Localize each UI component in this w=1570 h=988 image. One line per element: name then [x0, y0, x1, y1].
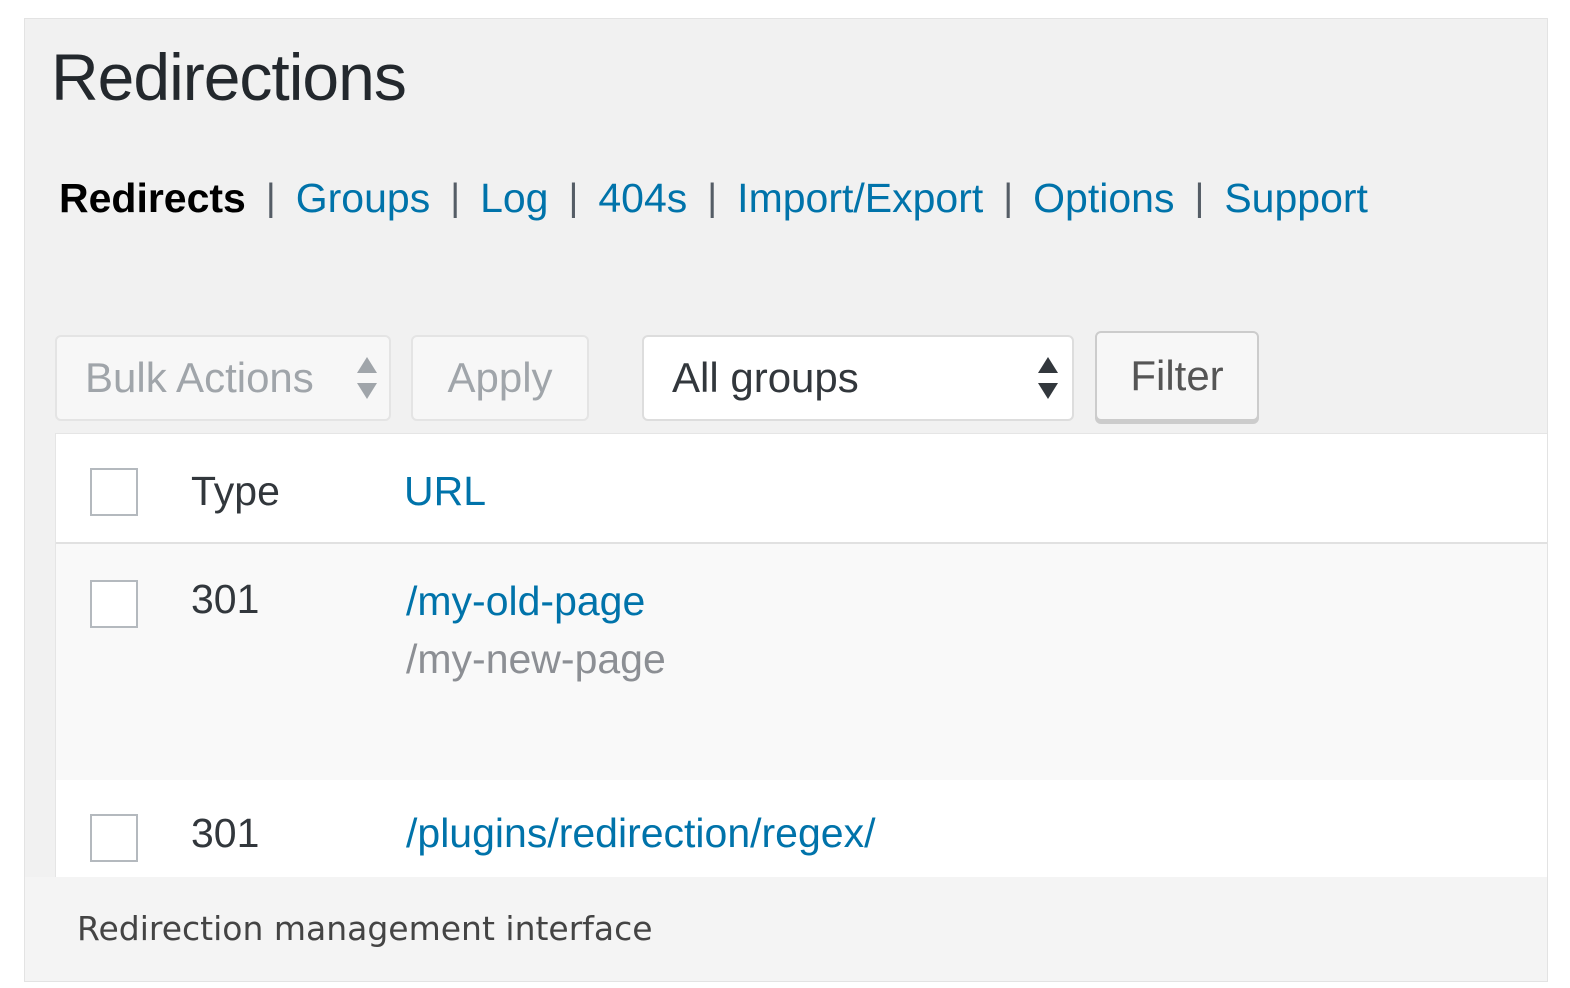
redirect-type: 301: [191, 810, 260, 856]
column-header-type[interactable]: Type: [191, 466, 280, 516]
nav-separator: |: [568, 177, 579, 219]
nav-item-redirects[interactable]: Redirects: [59, 173, 246, 223]
apply-button-label: Apply: [447, 354, 553, 401]
select-all-checkbox[interactable]: [90, 468, 138, 516]
select-arrows-icon: [1038, 357, 1058, 399]
table-row: 301 /plugins/redirection/regex/: [56, 780, 1547, 877]
table-row: 301 /my-old-page /my-new-page: [56, 544, 1547, 780]
source-url-link[interactable]: /plugins/redirection/regex/: [406, 808, 875, 858]
nav-item-404s[interactable]: 404s: [598, 173, 687, 223]
group-filter-value: All groups: [672, 354, 859, 401]
group-filter-select[interactable]: All groups: [642, 335, 1074, 421]
nav-separator: |: [265, 177, 276, 219]
nav-item-options[interactable]: Options: [1033, 173, 1174, 223]
filter-button[interactable]: Filter: [1095, 331, 1259, 421]
redirects-table: Type URL 301 /my-old-page /my-new-page 3…: [55, 433, 1547, 877]
filter-button-label: Filter: [1130, 352, 1224, 399]
nav-separator: |: [707, 177, 718, 219]
nav-separator: |: [1194, 177, 1205, 219]
figure: Redirections Redirects | Groups | Log | …: [24, 18, 1548, 982]
row-checkbox[interactable]: [90, 580, 138, 628]
figure-caption: Redirection management interface: [77, 909, 653, 948]
nav-item-log[interactable]: Log: [480, 173, 548, 223]
nav-separator: |: [450, 177, 461, 219]
redirect-type: 301: [191, 576, 260, 622]
page-title: Redirections: [51, 40, 407, 114]
nav-item-support[interactable]: Support: [1224, 173, 1368, 223]
apply-button[interactable]: Apply: [411, 335, 589, 421]
screenshot: Redirections Redirects | Groups | Log | …: [25, 19, 1547, 877]
nav-item-import-export[interactable]: Import/Export: [737, 173, 983, 223]
nav-item-groups[interactable]: Groups: [296, 173, 430, 223]
row-checkbox[interactable]: [90, 814, 138, 862]
column-header-url[interactable]: URL: [404, 466, 486, 516]
table-header: Type URL: [56, 434, 1547, 544]
target-url: /my-new-page: [406, 636, 666, 682]
nav-separator: |: [1003, 177, 1014, 219]
select-arrows-icon: [357, 357, 377, 399]
subsubsub-nav: Redirects | Groups | Log | 404s | Import…: [59, 173, 1368, 223]
source-url-link[interactable]: /my-old-page: [406, 576, 645, 626]
bulk-actions-select[interactable]: Bulk Actions: [55, 335, 391, 421]
bulk-actions-label: Bulk Actions: [85, 354, 314, 401]
